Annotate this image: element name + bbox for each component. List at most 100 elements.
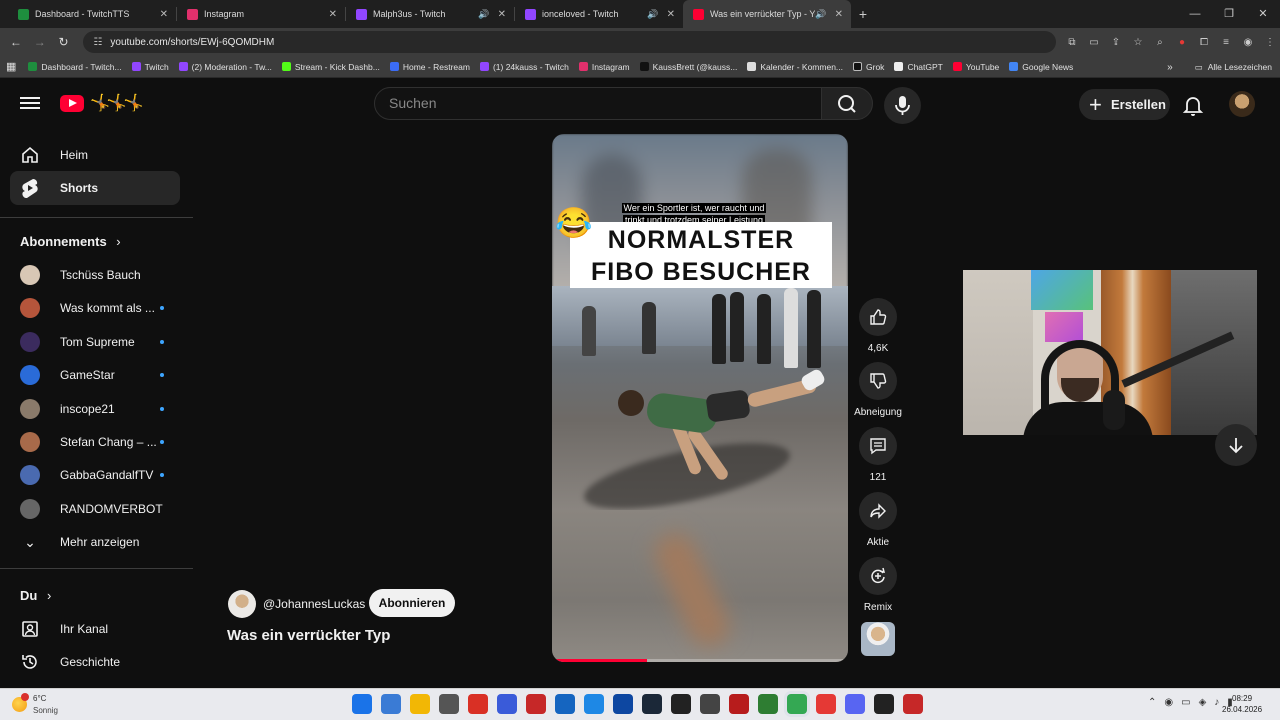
notifications-bell-icon[interactable] bbox=[1181, 93, 1205, 117]
tray-chevron-icon[interactable]: ⌃ bbox=[1148, 697, 1156, 708]
sidebar-item-shorts[interactable]: Shorts bbox=[10, 171, 180, 205]
sidebar-subscription[interactable]: RANDOMVERBOT bbox=[10, 492, 180, 526]
shorts-video-player[interactable]: Wer ein Sportler ist, wer raucht und tri… bbox=[552, 134, 848, 662]
taskbar-app-icon[interactable] bbox=[903, 694, 923, 714]
you-heading[interactable]: Du › bbox=[20, 588, 51, 603]
bookmark-item[interactable]: Dashboard - Twitch... bbox=[28, 62, 122, 72]
bookmark-item[interactable]: (1) 24kauss - Twitch bbox=[479, 62, 569, 72]
tab-close-icon[interactable]: ✕ bbox=[329, 9, 337, 20]
next-video-button[interactable] bbox=[1215, 424, 1257, 466]
sidebar-item-history[interactable]: Geschichte bbox=[10, 645, 180, 679]
sidebar-subscription[interactable]: Tom Supreme bbox=[10, 325, 180, 359]
browser-tab[interactable]: Dashboard - TwitchTTS ✕ bbox=[8, 0, 176, 28]
browser-tab[interactable]: Instagram ✕ bbox=[177, 0, 345, 28]
browser-tab-active[interactable]: Was ein verrückter Typ - Yo 🔊 ✕ bbox=[683, 0, 851, 28]
bookmark-item[interactable]: Kalender - Kommen... bbox=[747, 62, 843, 72]
sidebar-subscription[interactable]: GabbaGandalfTV bbox=[10, 458, 180, 492]
back-icon[interactable]: ← bbox=[4, 35, 28, 49]
search-input[interactable]: Suchen bbox=[374, 87, 822, 120]
restore-icon[interactable]: ❐ bbox=[1212, 0, 1246, 28]
tray-app-icon[interactable]: ♪ bbox=[1214, 697, 1219, 708]
subscribe-button[interactable]: Abonnieren bbox=[369, 589, 455, 617]
taskbar-app-icon[interactable] bbox=[642, 694, 662, 714]
taskbar-app-icon[interactable] bbox=[671, 694, 691, 714]
bookmark-item[interactable]: (2) Moderation - Tw... bbox=[178, 62, 272, 72]
system-clock[interactable]: 08:29 26.04.2026 bbox=[1222, 693, 1262, 715]
bookmark-item[interactable]: KaussBrett (@kauss... bbox=[639, 62, 737, 72]
youtube-logo[interactable] bbox=[60, 95, 84, 112]
bookmark-item[interactable]: Grok bbox=[853, 62, 884, 72]
taskbar-app-icon[interactable] bbox=[555, 694, 575, 714]
browser-tab[interactable]: ionceloved - Twitch 🔊 ✕ bbox=[515, 0, 683, 28]
search-button[interactable] bbox=[821, 87, 873, 120]
taskbar-app-icon[interactable] bbox=[352, 694, 372, 714]
tray-app-icon[interactable]: ▭ bbox=[1181, 697, 1190, 708]
taskbar-app-icon[interactable] bbox=[381, 694, 401, 714]
sidebar-subscription[interactable]: Tschüss Bauch bbox=[10, 258, 180, 292]
taskbar-app-icon[interactable] bbox=[816, 694, 836, 714]
tab-close-icon[interactable]: ✕ bbox=[667, 9, 675, 20]
channel-avatar[interactable] bbox=[228, 590, 256, 618]
youtube-doodle-icon[interactable]: 🤸🤸🤸 bbox=[90, 93, 144, 113]
dislike-button[interactable]: Abneigung bbox=[852, 362, 904, 418]
taskbar-app-icon[interactable] bbox=[613, 694, 633, 714]
menu-hamburger-icon[interactable] bbox=[20, 94, 40, 114]
like-button[interactable]: 4,6K bbox=[852, 298, 904, 354]
tab-audio-icon[interactable]: 🔊 bbox=[647, 9, 658, 20]
bookmark-item[interactable]: ChatGPT bbox=[894, 62, 943, 72]
taskbar-app-icon[interactable] bbox=[700, 694, 720, 714]
extensions-puzzle-icon[interactable]: ⧠ bbox=[1194, 37, 1214, 48]
all-bookmarks-link[interactable]: Alle Lesezeichen bbox=[1208, 62, 1272, 72]
sidebar-item-your-channel[interactable]: Ihr Kanal bbox=[10, 612, 180, 646]
video-progress-bar[interactable] bbox=[552, 659, 848, 662]
forward-icon[interactable]: → bbox=[28, 35, 52, 49]
voice-search-button[interactable] bbox=[884, 87, 921, 124]
sidebar-subscription[interactable]: inscope21 bbox=[10, 392, 180, 426]
taskbar-app-icon[interactable] bbox=[439, 694, 459, 714]
bookmark-item[interactable]: YouTube bbox=[952, 62, 999, 72]
bookmark-item[interactable]: Twitch bbox=[131, 62, 169, 72]
bookmark-item[interactable]: Instagram bbox=[578, 62, 630, 72]
taskbar-app-icon[interactable] bbox=[729, 694, 749, 714]
reload-icon[interactable]: ↻ bbox=[52, 35, 76, 49]
taskbar-app-icon[interactable] bbox=[584, 694, 604, 714]
bookmark-item[interactable]: Stream - Kick Dashb... bbox=[281, 62, 380, 72]
comments-button[interactable]: 121 bbox=[852, 427, 904, 483]
sidebar-item-home[interactable]: Heim bbox=[10, 138, 180, 172]
menu-icon[interactable]: ⋮ bbox=[1260, 37, 1280, 48]
taskbar-app-icon[interactable] bbox=[758, 694, 778, 714]
tab-audio-icon[interactable]: 🔊 bbox=[815, 9, 826, 20]
bookmark-item[interactable]: Google News bbox=[1009, 62, 1073, 72]
share-icon[interactable]: ⇪ bbox=[1106, 37, 1126, 48]
tab-close-icon[interactable]: ✕ bbox=[160, 9, 168, 20]
cast-icon[interactable]: ▭ bbox=[1084, 37, 1104, 48]
taskbar-app-icon[interactable] bbox=[468, 694, 488, 714]
sidebar-subscription[interactable]: Was kommt als ... bbox=[10, 291, 180, 325]
taskbar-app-icon[interactable] bbox=[787, 694, 807, 714]
zoom-icon[interactable]: ⌕ bbox=[1150, 37, 1170, 48]
account-avatar[interactable] bbox=[1229, 91, 1255, 117]
create-button[interactable]: + Erstellen bbox=[1079, 89, 1170, 120]
tray-app-icon[interactable]: ◉ bbox=[1164, 697, 1173, 708]
new-tab-button[interactable]: + bbox=[851, 6, 875, 22]
sidebar-subscription[interactable]: GameStar bbox=[10, 358, 180, 392]
bookmark-item[interactable]: Home - Restream bbox=[389, 62, 470, 72]
taskbar-app-icon[interactable] bbox=[497, 694, 517, 714]
media-controls-icon[interactable]: ≡ bbox=[1216, 37, 1236, 48]
sidebar-subscription[interactable]: Stefan Chang – ... bbox=[10, 425, 180, 459]
more-bookmarks-icon[interactable]: » bbox=[1167, 62, 1173, 73]
subscriptions-heading[interactable]: Abonnements › bbox=[20, 234, 121, 249]
minimize-icon[interactable]: — bbox=[1178, 0, 1212, 28]
tab-close-icon[interactable]: ✕ bbox=[498, 9, 506, 20]
url-field[interactable]: ☷ youtube.com/shorts/EWj-6QOMDHM bbox=[83, 31, 1056, 53]
taskbar-app-icon[interactable] bbox=[874, 694, 894, 714]
tab-audio-icon[interactable]: 🔊 bbox=[478, 9, 489, 20]
apps-grid-icon[interactable]: ▦ bbox=[6, 60, 16, 73]
site-info-icon[interactable]: ☷ bbox=[93, 37, 102, 48]
taskbar-app-icon[interactable] bbox=[410, 694, 430, 714]
tray-app-icon[interactable]: ◈ bbox=[1199, 697, 1207, 708]
sound-source-avatar[interactable] bbox=[861, 622, 895, 656]
weather-description[interactable]: Sonnig bbox=[33, 706, 58, 715]
remix-button[interactable]: Remix bbox=[852, 557, 904, 613]
extension-icon[interactable]: ● bbox=[1172, 37, 1192, 48]
